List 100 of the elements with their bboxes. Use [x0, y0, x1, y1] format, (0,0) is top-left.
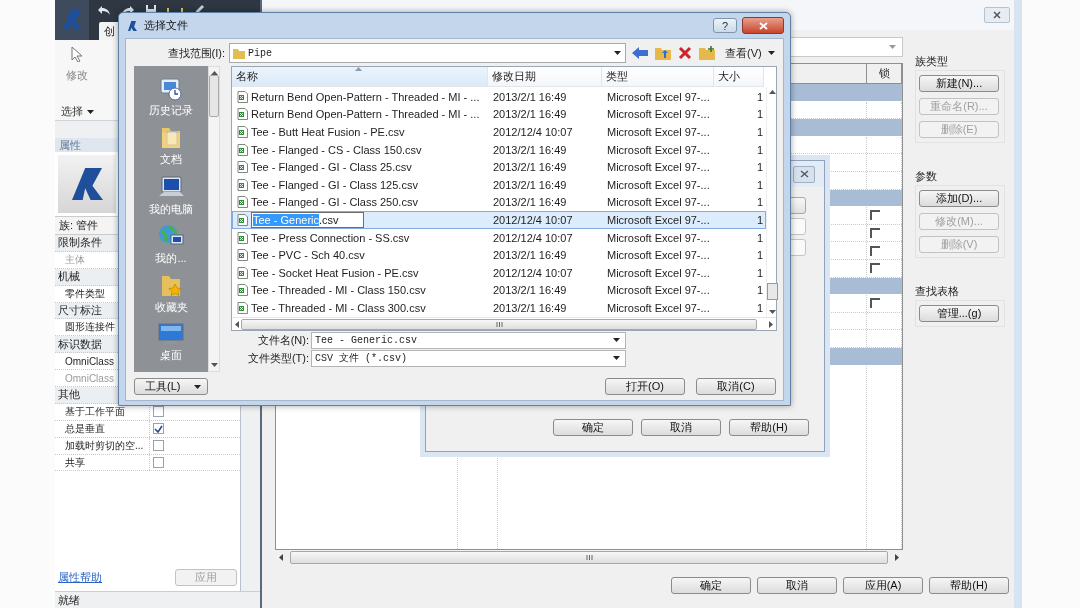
- file-date: 2013/2/1 16:49: [492, 300, 568, 316]
- file-date: 2012/12/4 10:07: [492, 212, 574, 228]
- cancel-button[interactable]: 取消(C): [696, 378, 776, 395]
- checkbox[interactable]: [153, 457, 164, 468]
- file-date: 2012/12/4 10:07: [492, 125, 574, 140]
- dialog-button[interactable]: 确定: [553, 419, 633, 436]
- arrow-left-icon[interactable]: [235, 320, 239, 328]
- file-row[interactable]: Tee - Threaded - MI - Class 300.csv 2013/2/1 16:49 Microsoft Excel 97-... 1: [232, 299, 766, 317]
- dialog-button[interactable]: 管理...(g): [919, 305, 999, 322]
- file-type-dropdown[interactable]: CSV 文件 (*.csv): [311, 349, 626, 367]
- clock-computer-icon: [158, 75, 184, 102]
- close-button[interactable]: [793, 165, 815, 183]
- file-size: 1: [755, 89, 764, 105]
- undo-icon[interactable]: [97, 4, 111, 16]
- file-row[interactable]: Return Bend Open-Pattern - Threaded - MI - ... 2013/2/1 16:49 Microsoft Excel 97-... 1: [232, 88, 766, 106]
- file-date: 2013/2/1 16:49: [492, 160, 568, 175]
- vertical-scrollbar[interactable]: [766, 87, 778, 317]
- file-row[interactable]: Tee - Flanged - GI - Class 125.csv 2013/2/1 16:49 Microsoft Excel 97-... 1: [232, 175, 766, 194]
- file-row[interactable]: Tee - PVC - Sch 40.csv 2013/2/1 16:49 Microsoft Excel 97-... 1: [232, 246, 766, 264]
- dialog-button[interactable]: 帮助(H): [729, 419, 809, 436]
- file-date: 2013/2/1 16:49: [492, 107, 568, 123]
- look-in-dropdown[interactable]: Pipe: [229, 43, 626, 63]
- arrow-left-icon[interactable]: [279, 554, 283, 561]
- file-type: Microsoft Excel 97-...: [606, 142, 711, 158]
- help-button[interactable]: ?: [713, 18, 737, 33]
- file-date: 2013/2/1 16:49: [492, 283, 568, 299]
- close-button[interactable]: [742, 17, 784, 34]
- filename-field[interactable]: Tee - Generic.csv: [311, 331, 626, 349]
- open-button[interactable]: 打开(O): [605, 378, 685, 395]
- checkbox[interactable]: [870, 298, 880, 309]
- view-menu[interactable]: 查看(V): [725, 45, 775, 61]
- arrow-down-icon[interactable]: [210, 363, 218, 367]
- caret-icon: [889, 45, 896, 49]
- file-size: 1: [755, 212, 764, 228]
- checkbox[interactable]: [153, 440, 164, 452]
- file-row[interactable]: Tee - Press Connection - SS.csv 2012/12/4 10:07 Microsoft Excel 97-... 1: [232, 228, 766, 247]
- dialog-button[interactable]: 新建(N)...: [919, 75, 999, 92]
- group-title: 族类型: [915, 54, 949, 69]
- select-menu[interactable]: 选择: [61, 104, 94, 119]
- dialog-button[interactable]: 添加(D)...: [919, 190, 999, 207]
- dialog-button[interactable]: 应用(A): [843, 577, 923, 594]
- scroll-thumb[interactable]: [209, 75, 219, 117]
- column-header[interactable]: 修改日期: [488, 67, 602, 87]
- modify-button[interactable]: 修改: [55, 40, 99, 100]
- tools-button[interactable]: 工具(L): [134, 378, 208, 395]
- spreadsheet-file-icon: [237, 266, 248, 279]
- horizontal-scrollbar[interactable]: [232, 317, 776, 330]
- cursor-icon: [71, 46, 83, 62]
- logo-icon: [125, 18, 139, 33]
- dialog-button[interactable]: 确定: [671, 577, 751, 594]
- delete-icon[interactable]: [678, 46, 692, 60]
- file-type: Microsoft Excel 97-...: [606, 177, 711, 193]
- checkbox[interactable]: [870, 263, 880, 274]
- help-link[interactable]: 属性帮助: [58, 569, 102, 585]
- arrow-down-icon[interactable]: [769, 310, 776, 314]
- dialog-button[interactable]: 取消: [757, 577, 837, 594]
- file-type: Microsoft Excel 97-...: [606, 89, 711, 105]
- file-size: 1: [755, 125, 764, 140]
- file-row[interactable]: Tee - Generic.csv 2012/12/4 10:07 Microsoft Excel 97-... 1: [232, 211, 766, 229]
- file-row[interactable]: Tee - Flanged - GI - Class 25.csv 2013/2/1 16:49 Microsoft Excel 97-... 1: [232, 158, 766, 176]
- file-row[interactable]: Tee - Socket Heat Fusion - PE.csv 2012/12/4 10:07 Microsoft Excel 97-... 1: [232, 263, 766, 282]
- spreadsheet-file-icon: [237, 143, 248, 156]
- ribbon-tab[interactable]: 创: [99, 22, 120, 40]
- field-label: 查找范围(I):: [166, 45, 225, 61]
- column-header[interactable]: 名称: [232, 67, 488, 87]
- column-header[interactable]: 类型: [602, 67, 714, 87]
- checkbox[interactable]: [870, 228, 880, 239]
- property-label: 共享: [64, 455, 86, 470]
- file-name: Tee - Threaded - MI - Class 300.csv: [251, 301, 426, 314]
- checkbox[interactable]: [153, 423, 164, 435]
- column-header[interactable]: 大小: [714, 67, 764, 87]
- close-icon: [758, 21, 768, 30]
- caret-icon: [87, 109, 94, 114]
- scroll-thumb[interactable]: [767, 283, 778, 300]
- vertical-scrollbar[interactable]: [208, 66, 220, 372]
- checkbox[interactable]: [870, 245, 880, 256]
- new-folder-icon[interactable]: [699, 46, 715, 60]
- file-row[interactable]: Return Bend Open-Pattern - Threaded - MI - ... 2013/2/1 16:49 Microsoft Excel 97-... 1: [232, 105, 766, 124]
- property-label: 基于工作平面: [64, 404, 126, 419]
- rename-field[interactable]: Tee - Generic.csv: [251, 212, 364, 228]
- close-button[interactable]: [984, 7, 1010, 23]
- checkbox[interactable]: [153, 406, 164, 418]
- window-title: 选择文件: [144, 18, 189, 33]
- spreadsheet-file-icon: [237, 213, 248, 226]
- dialog-button[interactable]: 帮助(H): [929, 577, 1009, 594]
- checkbox[interactable]: [870, 210, 880, 221]
- column-header: 锁: [867, 64, 902, 83]
- file-row[interactable]: Tee - Butt Heat Fusion - PE.csv 2012/12/4 10:07 Microsoft Excel 97-... 1: [232, 123, 766, 141]
- sort-arrow-icon: [355, 67, 362, 71]
- folder-up-icon[interactable]: [655, 46, 671, 60]
- back-arrow-icon[interactable]: [632, 47, 648, 59]
- file-row[interactable]: Tee - Threaded - MI - Class 150.csv 2013/2/1 16:49 Microsoft Excel 97-... 1: [232, 281, 766, 300]
- monitor-icon: [157, 321, 185, 346]
- arrow-up-icon[interactable]: [210, 71, 218, 75]
- file-row[interactable]: Tee - Flanged - GI - Class 250.csv 2013/2/1 16:49 Microsoft Excel 97-... 1: [232, 193, 766, 212]
- file-name: Return Bend Open-Pattern - Threaded - MI - ...: [251, 90, 480, 103]
- arrow-right-icon[interactable]: [769, 320, 773, 328]
- arrow-right-icon[interactable]: [895, 554, 899, 561]
- dialog-button[interactable]: 取消: [641, 419, 721, 436]
- arrow-up-icon[interactable]: [769, 90, 776, 94]
